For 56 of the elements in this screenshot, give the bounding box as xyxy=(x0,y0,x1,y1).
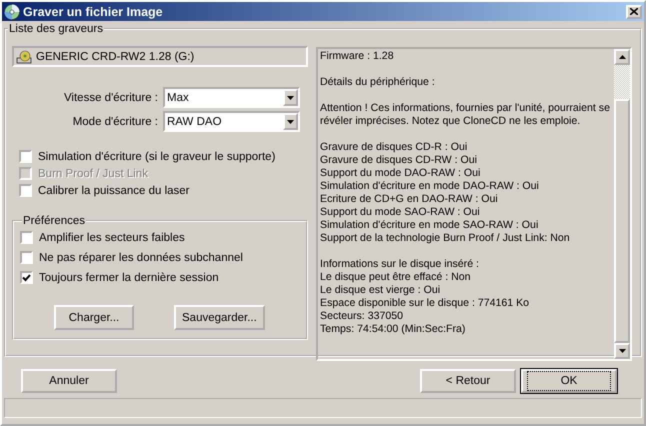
preset-button[interactable]: Sauvegarder... xyxy=(174,305,265,330)
checkbox-label: Simulation d'écriture (si le graveur le supporte) xyxy=(38,150,276,162)
detail-text: Support de la technologie Burn Proof / Just Link: Non xyxy=(320,232,571,245)
checkbox-label: Burn Proof / Just Link xyxy=(38,168,148,180)
checkbox[interactable] xyxy=(20,251,33,264)
down-arrow-icon xyxy=(287,96,294,100)
drive-item[interactable]: GENERIC CRD-RW2 1.28 (G:) xyxy=(12,46,308,67)
drive-icon xyxy=(16,50,32,64)
scrollbar[interactable] xyxy=(614,49,630,359)
detail-text: Secteurs: 337050 xyxy=(320,310,404,323)
detail-text: Gravure de disques CD-R : Oui xyxy=(320,141,468,154)
dropdown-arrow-button[interactable] xyxy=(283,89,298,106)
down-arrow-icon xyxy=(287,120,294,124)
detail-text: Temps: 74:54:00 (Min:Sec:Fra) xyxy=(320,323,466,336)
group-title: Liste des graveurs xyxy=(8,23,104,35)
scroll-up-button[interactable] xyxy=(614,49,630,65)
dropdown[interactable]: Max xyxy=(163,87,300,108)
window-title: Graver un fichier Image xyxy=(23,4,164,18)
detail-text: Support du mode DAO-RAW : Oui xyxy=(320,167,482,180)
detail-text: Détails du périphérique : xyxy=(320,76,436,89)
dialog-button[interactable]: Annuler xyxy=(21,369,117,393)
dialog-button[interactable]: OK xyxy=(521,369,617,393)
dropdown-arrow-button[interactable] xyxy=(283,113,298,130)
checkbox-label: Ne pas réparer les données subchannel xyxy=(39,252,243,264)
dropdown[interactable]: RAW DAO xyxy=(163,111,300,132)
detail-text: Espace disponible sur le disque : 774161 Ko xyxy=(320,297,530,310)
checkbox-label: Amplifier les secteurs faibles xyxy=(39,232,185,244)
down-arrow-icon xyxy=(618,349,626,353)
checkbox-label: Calibrer la puissance du laser xyxy=(38,184,190,196)
disc-icon xyxy=(4,4,20,20)
checkbox[interactable] xyxy=(20,231,33,244)
detail-text: Attention ! Ces informations, fournies par l'unité, pourraient se révéler imprécises. Notez que CloneCD ne les emploie. xyxy=(320,102,611,128)
detail-text: Informations sur le disque inséré : xyxy=(320,258,480,271)
preset-button[interactable]: Charger... xyxy=(54,305,134,330)
checkbox[interactable] xyxy=(19,150,32,163)
checkbox[interactable] xyxy=(20,271,33,284)
close-button[interactable] xyxy=(626,4,642,18)
checkbox-label: Toujours fermer la dernière session xyxy=(39,272,219,284)
drive-name: GENERIC CRD-RW2 1.28 (G:) xyxy=(36,50,194,62)
detail-text: Firmware : 1.28 xyxy=(320,50,395,63)
detail-text: Le disque peut être effacé : Non xyxy=(320,271,472,284)
detail-text: Le disque est vierge : Oui xyxy=(320,284,442,297)
checkbox[interactable] xyxy=(19,184,32,197)
scroll-thumb[interactable] xyxy=(614,99,630,343)
group-title: Préférences xyxy=(22,215,86,227)
detail-text: Ecriture de CD+G en DAO-RAW : Oui xyxy=(320,193,499,206)
detail-text: Simulation d'écriture en mode SAO-RAW : Oui xyxy=(320,219,540,232)
field-label: Mode d'écriture : xyxy=(72,116,158,128)
dialog-button[interactable]: < Retour xyxy=(420,369,516,393)
detail-text: Gravure de disques CD-RW : Oui xyxy=(320,154,478,167)
scroll-down-button[interactable] xyxy=(614,343,630,359)
detail-text: Simulation d'écriture en mode DAO-RAW : Oui xyxy=(320,180,540,193)
detail-text: Support du mode SAO-RAW : Oui xyxy=(320,206,481,219)
up-arrow-icon xyxy=(618,55,626,59)
field-label: Vitesse d'écriture : xyxy=(62,92,158,104)
close-icon xyxy=(630,8,638,15)
